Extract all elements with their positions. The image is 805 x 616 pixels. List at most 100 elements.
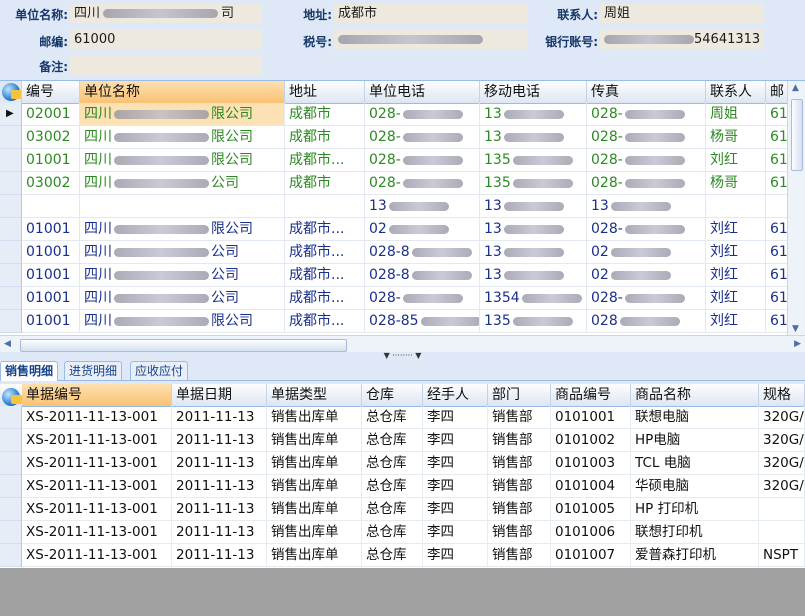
- row-indicator[interactable]: [0, 406, 22, 429]
- bank-account-field[interactable]: 54641313: [600, 30, 764, 49]
- scroll-right-icon[interactable]: ▶: [794, 339, 801, 349]
- column-header[interactable]: 仓库: [362, 384, 423, 406]
- sales-cell[interactable]: 销售部: [488, 521, 551, 544]
- grid-cell-contact[interactable]: 杨哥: [706, 172, 766, 195]
- grid-cell-addr[interactable]: 成都市...: [285, 264, 365, 287]
- grid-cell-tel[interactable]: 028-: [365, 172, 480, 195]
- grid-cell-code[interactable]: 02001: [22, 103, 80, 126]
- sales-cell[interactable]: 华硕电脑: [631, 475, 759, 498]
- sales-cell[interactable]: 销售出库单: [267, 406, 362, 429]
- grid-cell-name[interactable]: 四川 公司: [80, 264, 285, 287]
- sales-cell[interactable]: 0101004: [551, 475, 631, 498]
- sales-cell[interactable]: 李四: [423, 544, 488, 567]
- scroll-up-icon[interactable]: ▲: [792, 83, 799, 93]
- grid-cell-fax[interactable]: 02: [587, 264, 706, 287]
- sales-cell[interactable]: TCL 电脑: [631, 452, 759, 475]
- grid-cell-contact[interactable]: 杨哥: [706, 126, 766, 149]
- row-indicator[interactable]: [0, 287, 22, 310]
- grid-cell-name[interactable]: 四川 公司: [80, 241, 285, 264]
- column-header[interactable]: 移动电话: [480, 81, 587, 103]
- grid-cell-contact[interactable]: 刘红: [706, 287, 766, 310]
- grid-cell-tel[interactable]: 028-: [365, 287, 480, 310]
- tab-purchase-detail[interactable]: 进货明细: [64, 361, 123, 380]
- sales-cell[interactable]: 销售出库单: [267, 498, 362, 521]
- row-indicator[interactable]: [0, 195, 22, 218]
- sales-cell[interactable]: 0101007: [551, 544, 631, 567]
- grid-cell-fax[interactable]: 028-: [587, 103, 706, 126]
- postcode-field[interactable]: 61000: [70, 30, 262, 49]
- grid-cell-name[interactable]: 四川 限公司: [80, 126, 285, 149]
- grid-cell-mobile[interactable]: 13: [480, 195, 587, 218]
- grid-cell-mobile[interactable]: 135: [480, 172, 587, 195]
- grid-cell-tel[interactable]: 028-8: [365, 264, 480, 287]
- column-header[interactable]: 经手人: [423, 384, 488, 406]
- grid-cell-post[interactable]: 61: [766, 264, 788, 287]
- grid-cell-mobile[interactable]: 135: [480, 149, 587, 172]
- row-indicator[interactable]: [0, 149, 22, 172]
- scroll-down-icon[interactable]: ▼: [792, 324, 799, 334]
- grid-cell-contact[interactable]: 刘红: [706, 241, 766, 264]
- sales-cell[interactable]: 销售出库单: [267, 544, 362, 567]
- sales-cell[interactable]: 0101002: [551, 429, 631, 452]
- grid-cell-code[interactable]: 01001: [22, 264, 80, 287]
- sales-cell[interactable]: 销售部: [488, 429, 551, 452]
- sales-cell[interactable]: 李四: [423, 406, 488, 429]
- grid-cell-tel[interactable]: 13: [365, 195, 480, 218]
- sales-cell[interactable]: 2011-11-13: [172, 544, 267, 567]
- grid-cell-contact[interactable]: [706, 195, 766, 218]
- grid-cell-addr[interactable]: 成都市...: [285, 287, 365, 310]
- grid-cell-fax[interactable]: 028-: [587, 172, 706, 195]
- grid-cell-name[interactable]: [80, 195, 285, 218]
- column-header[interactable]: 单据编号: [22, 384, 172, 406]
- column-header[interactable]: 部门: [488, 384, 551, 406]
- scroll-left-icon[interactable]: ◀: [4, 339, 11, 349]
- grid-cell-mobile[interactable]: 13: [480, 126, 587, 149]
- sales-cell[interactable]: 李四: [423, 452, 488, 475]
- grid-cell-post[interactable]: 61: [766, 241, 788, 264]
- grid-cell-tel[interactable]: 028-: [365, 149, 480, 172]
- sales-cell[interactable]: 320G/: [759, 452, 805, 475]
- sales-cell[interactable]: 总仓库: [362, 498, 423, 521]
- sales-cell[interactable]: 2011-11-13: [172, 452, 267, 475]
- sales-cell[interactable]: 销售部: [488, 475, 551, 498]
- grid-cell-name[interactable]: 四川 公司: [80, 287, 285, 310]
- sales-cell[interactable]: 联想打印机: [631, 521, 759, 544]
- sales-cell[interactable]: 总仓库: [362, 521, 423, 544]
- row-indicator[interactable]: [0, 126, 22, 149]
- vscroll-thumb[interactable]: [791, 99, 803, 171]
- sales-cell[interactable]: [759, 521, 805, 544]
- grid-cell-name[interactable]: 四川 限公司: [80, 310, 285, 333]
- sales-cell[interactable]: 总仓库: [362, 452, 423, 475]
- grid-cell-mobile[interactable]: 1354: [480, 287, 587, 310]
- sales-cell[interactable]: XS-2011-11-13-001: [22, 498, 172, 521]
- tab-sales-detail[interactable]: 销售明细: [0, 361, 59, 381]
- sales-cell[interactable]: 销售部: [488, 498, 551, 521]
- sales-cell[interactable]: 2011-11-13: [172, 498, 267, 521]
- column-header[interactable]: 单位电话: [365, 81, 480, 103]
- sales-cell[interactable]: 销售部: [488, 544, 551, 567]
- grid-cell-tel[interactable]: 028-85: [365, 310, 480, 333]
- grid-cell-addr[interactable]: 成都市: [285, 103, 365, 126]
- row-indicator[interactable]: [0, 172, 22, 195]
- grid-cell-code[interactable]: 01001: [22, 241, 80, 264]
- sales-cell[interactable]: 销售出库单: [267, 429, 362, 452]
- grid-cell-name[interactable]: 四川 公司: [80, 172, 285, 195]
- grid-cell-fax[interactable]: 02: [587, 241, 706, 264]
- grid-cell-tel[interactable]: 02: [365, 218, 480, 241]
- sales-cell[interactable]: NSPT: [759, 544, 805, 567]
- company-name-field[interactable]: 四川 司: [70, 4, 262, 23]
- sales-cell[interactable]: 0101005: [551, 498, 631, 521]
- grid-cell-mobile[interactable]: 13: [480, 264, 587, 287]
- grid-cell-name[interactable]: 四川 限公司: [80, 218, 285, 241]
- row-indicator[interactable]: [0, 475, 22, 498]
- sales-cell[interactable]: 销售出库单: [267, 521, 362, 544]
- sales-cell[interactable]: 销售部: [488, 452, 551, 475]
- sales-cell[interactable]: 320G/: [759, 475, 805, 498]
- sales-cell[interactable]: 2011-11-13: [172, 406, 267, 429]
- sales-cell[interactable]: 联想电脑: [631, 406, 759, 429]
- sales-cell[interactable]: 320G/: [759, 429, 805, 452]
- sales-cell[interactable]: HP 打印机: [631, 498, 759, 521]
- sales-cell[interactable]: 李四: [423, 475, 488, 498]
- grid-cell-post[interactable]: 61: [766, 218, 788, 241]
- sales-cell[interactable]: 李四: [423, 521, 488, 544]
